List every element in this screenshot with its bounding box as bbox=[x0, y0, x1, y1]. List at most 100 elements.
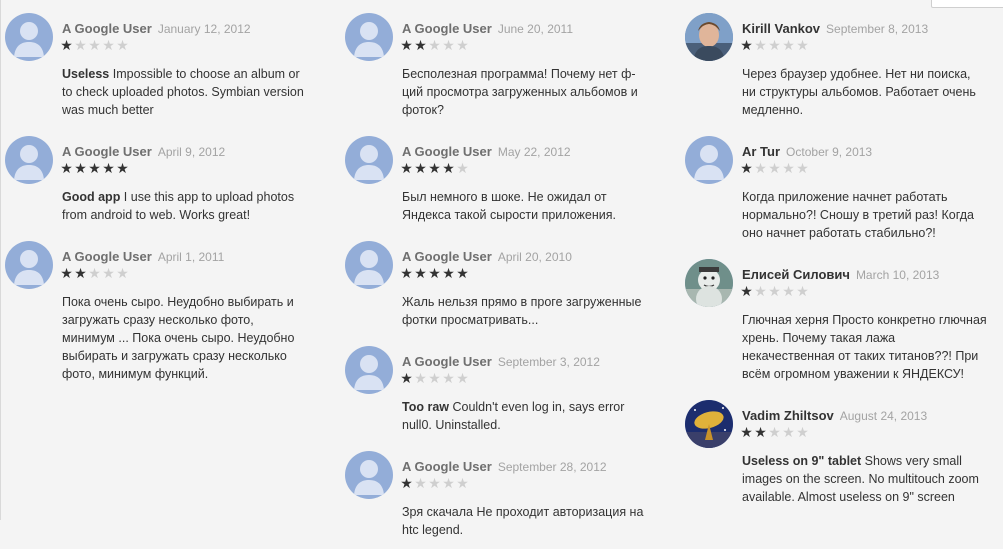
review-text: Когда приложение начнет работать нормаль… bbox=[742, 190, 974, 240]
review-date: June 20, 2011 bbox=[497, 22, 574, 36]
user-photo-avatar-icon bbox=[685, 13, 733, 61]
star-icon: ★ bbox=[754, 160, 767, 176]
review-date: August 24, 2013 bbox=[839, 409, 928, 423]
star-icon: ★ bbox=[740, 283, 753, 299]
star-icon: ★ bbox=[400, 160, 413, 176]
star-icon: ★ bbox=[456, 265, 469, 281]
default-avatar-icon bbox=[5, 13, 53, 61]
top-right-control[interactable] bbox=[931, 0, 1003, 8]
star-icon: ★ bbox=[740, 37, 753, 53]
default-avatar-icon bbox=[345, 13, 393, 61]
review-author[interactable]: A Google User bbox=[402, 144, 492, 159]
default-avatar-icon bbox=[345, 241, 393, 289]
star-icon: ★ bbox=[116, 160, 129, 176]
star-rating: ★ ★ ★ ★ ★ bbox=[60, 161, 129, 175]
star-icon: ★ bbox=[88, 37, 101, 53]
star-icon: ★ bbox=[796, 160, 809, 176]
star-icon: ★ bbox=[740, 424, 753, 440]
review-title: Useless on 9" tablet bbox=[742, 454, 862, 468]
star-icon: ★ bbox=[428, 475, 441, 491]
star-icon: ★ bbox=[754, 424, 767, 440]
star-icon: ★ bbox=[456, 370, 469, 386]
review-text: Useless Impossible to choose an album or… bbox=[62, 67, 304, 117]
star-icon: ★ bbox=[428, 160, 441, 176]
review-author[interactable]: Kirill Vankov bbox=[742, 21, 820, 36]
star-icon: ★ bbox=[60, 37, 73, 53]
star-rating: ★ ★ ★ ★ ★ bbox=[740, 284, 809, 298]
review-date: March 10, 2013 bbox=[855, 268, 940, 282]
review-title: Good app bbox=[62, 190, 121, 204]
star-icon: ★ bbox=[60, 265, 73, 281]
review-author[interactable]: A Google User bbox=[62, 21, 152, 36]
star-rating: ★ ★ ★ ★ ★ bbox=[740, 425, 809, 439]
star-icon: ★ bbox=[102, 160, 115, 176]
star-icon: ★ bbox=[74, 37, 87, 53]
review-author[interactable]: Vadim Zhiltsov bbox=[742, 408, 834, 423]
star-icon: ★ bbox=[400, 475, 413, 491]
star-icon: ★ bbox=[116, 265, 129, 281]
default-avatar-icon bbox=[5, 241, 53, 289]
star-icon: ★ bbox=[796, 37, 809, 53]
star-icon: ★ bbox=[414, 37, 427, 53]
left-border bbox=[0, 0, 1, 520]
star-rating: ★ ★ ★ ★ ★ bbox=[400, 371, 469, 385]
review-author[interactable]: A Google User bbox=[62, 249, 152, 264]
star-icon: ★ bbox=[442, 160, 455, 176]
star-icon: ★ bbox=[102, 265, 115, 281]
satellite-dish-avatar-icon bbox=[685, 400, 733, 448]
review-date: September 3, 2012 bbox=[497, 355, 600, 369]
review-author[interactable]: A Google User bbox=[402, 459, 492, 474]
star-rating: ★ ★ ★ ★ ★ bbox=[400, 266, 469, 280]
star-icon: ★ bbox=[102, 37, 115, 53]
star-icon: ★ bbox=[414, 475, 427, 491]
star-rating: ★ ★ ★ ★ ★ bbox=[400, 161, 469, 175]
review-text: Был немного в шоке. Не ожидал от Яндекса… bbox=[402, 190, 616, 222]
review-author[interactable]: Ar Tur bbox=[742, 144, 780, 159]
star-icon: ★ bbox=[782, 160, 795, 176]
review-text: Через браузер удобнее. Нет ни поиска, ни… bbox=[742, 67, 976, 117]
default-avatar-icon bbox=[345, 451, 393, 499]
default-avatar-icon bbox=[345, 136, 393, 184]
review-author[interactable]: A Google User bbox=[402, 249, 492, 264]
star-icon: ★ bbox=[88, 265, 101, 281]
review-date: September 28, 2012 bbox=[497, 460, 607, 474]
star-rating: ★ ★ ★ ★ ★ bbox=[400, 38, 469, 52]
star-icon: ★ bbox=[768, 37, 781, 53]
star-icon: ★ bbox=[456, 475, 469, 491]
review-author[interactable]: Елисей Силович bbox=[742, 267, 850, 282]
star-icon: ★ bbox=[740, 160, 753, 176]
review-text: Useless on 9" tablet Shows very small im… bbox=[742, 454, 979, 504]
review-date: September 8, 2013 bbox=[826, 22, 929, 36]
default-avatar-icon bbox=[685, 136, 733, 184]
star-icon: ★ bbox=[442, 475, 455, 491]
star-icon: ★ bbox=[796, 424, 809, 440]
review-text: Зря скачала Не проходит авторизация на h… bbox=[402, 505, 644, 537]
review-date: April 9, 2012 bbox=[157, 145, 226, 159]
star-icon: ★ bbox=[768, 424, 781, 440]
review-title: Too raw bbox=[402, 400, 449, 414]
review-date: April 1, 2011 bbox=[157, 250, 225, 264]
star-icon: ★ bbox=[74, 160, 87, 176]
star-icon: ★ bbox=[456, 160, 469, 176]
star-icon: ★ bbox=[782, 424, 795, 440]
star-rating: ★ ★ ★ ★ ★ bbox=[60, 266, 129, 280]
review-author[interactable]: A Google User bbox=[62, 144, 152, 159]
review-author[interactable]: A Google User bbox=[402, 354, 492, 369]
star-icon: ★ bbox=[400, 265, 413, 281]
review-text: Пока очень сыро. Неудобно выбирать и заг… bbox=[62, 295, 295, 381]
snowman-avatar-icon bbox=[685, 259, 733, 307]
star-rating: ★ ★ ★ ★ ★ bbox=[740, 38, 809, 52]
star-icon: ★ bbox=[414, 370, 427, 386]
star-icon: ★ bbox=[88, 160, 101, 176]
star-rating: ★ ★ ★ ★ ★ bbox=[740, 161, 809, 175]
star-icon: ★ bbox=[796, 283, 809, 299]
star-icon: ★ bbox=[442, 265, 455, 281]
star-icon: ★ bbox=[768, 283, 781, 299]
review-date: January 12, 2012 bbox=[157, 22, 251, 36]
star-icon: ★ bbox=[400, 37, 413, 53]
star-icon: ★ bbox=[400, 370, 413, 386]
star-icon: ★ bbox=[428, 265, 441, 281]
review-text: Good app I use this app to upload photos… bbox=[62, 190, 295, 222]
star-icon: ★ bbox=[456, 37, 469, 53]
review-author[interactable]: A Google User bbox=[402, 21, 492, 36]
